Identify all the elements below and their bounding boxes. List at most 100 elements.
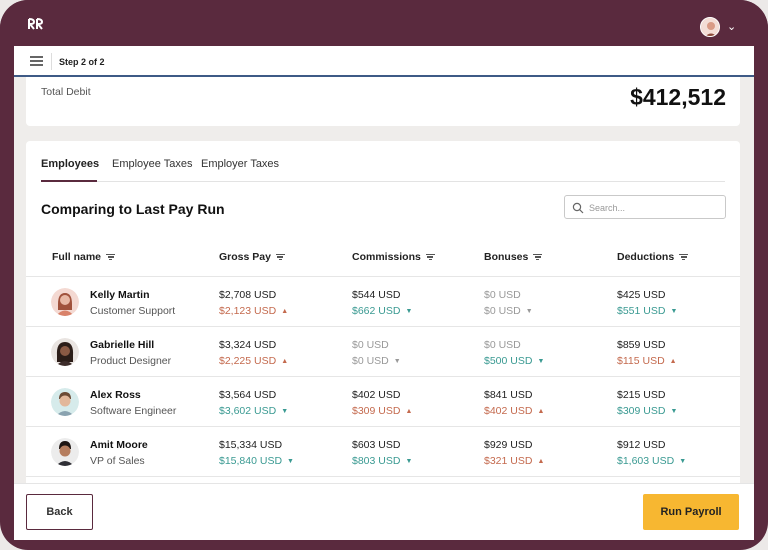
step-bar: Step 2 of 2 xyxy=(14,46,754,77)
header-bonuses[interactable]: Bonuses xyxy=(484,251,543,263)
filter-icon[interactable] xyxy=(106,253,116,261)
value: $662 USD xyxy=(352,305,401,317)
header-commissions[interactable]: Commissions xyxy=(352,251,435,263)
deductions-current: $215 USD xyxy=(617,389,666,401)
avatar xyxy=(51,338,79,366)
trend-up-icon: ▲ xyxy=(405,408,413,415)
bonuses-current: $0 USD xyxy=(484,289,521,301)
commissions-previous: $309 USD ▲ xyxy=(352,405,412,417)
total-debit-card: Total Debit $412,512 xyxy=(26,77,740,126)
gross-pay-current: $2,708 USD xyxy=(219,289,277,301)
search-icon xyxy=(572,202,584,214)
comparison-card: Employees Employee Taxes Employer Taxes … xyxy=(26,141,740,540)
device-frame: ⌄ Step 2 of 2 Total Debit $412,512 Emplo… xyxy=(0,0,768,550)
employee-role: Product Designer xyxy=(90,355,172,367)
gross-pay-previous: $3,602 USD ▼ xyxy=(219,405,288,417)
search-placeholder: Search... xyxy=(589,203,626,213)
value: $309 USD xyxy=(352,405,401,417)
value: $321 USD xyxy=(484,455,533,467)
trend-down-icon: ▼ xyxy=(281,408,289,415)
value: $115 USD xyxy=(617,355,665,367)
chevron-down-icon[interactable]: ⌄ xyxy=(727,20,736,33)
avatar xyxy=(51,288,79,316)
deductions-previous: $115 USD ▲ xyxy=(617,355,677,367)
employee-name[interactable]: Gabrielle Hill xyxy=(90,339,154,351)
brand-logo[interactable] xyxy=(28,17,46,31)
bonuses-current: $929 USD xyxy=(484,439,533,451)
commissions-previous: $803 USD ▼ xyxy=(352,455,412,467)
avatar xyxy=(51,388,79,416)
trend-down-icon: ▼ xyxy=(679,458,687,465)
value: $15,840 USD xyxy=(219,455,283,467)
value: $0 USD xyxy=(484,305,521,317)
deductions-previous: $551 USD ▼ xyxy=(617,305,677,317)
bonuses-previous: $500 USD ▼ xyxy=(484,355,544,367)
table-row[interactable]: Alex Ross Software Engineer $3,564 USD $… xyxy=(26,378,740,427)
value: $500 USD xyxy=(484,355,533,367)
employee-role: Software Engineer xyxy=(90,405,177,417)
value: $1,603 USD xyxy=(617,455,675,467)
header-label: Bonuses xyxy=(484,251,529,263)
tab-employer-taxes[interactable]: Employer Taxes xyxy=(201,158,279,182)
bonuses-previous: $402 USD ▲ xyxy=(484,405,544,417)
trend-neutral-icon: ▼ xyxy=(393,358,401,365)
filter-icon[interactable] xyxy=(679,253,689,261)
trend-up-icon: ▲ xyxy=(281,308,289,315)
table-row[interactable]: Kelly Martin Customer Support $2,708 USD… xyxy=(26,278,740,327)
gross-pay-previous: $15,840 USD ▼ xyxy=(219,455,294,467)
user-avatar[interactable] xyxy=(700,17,720,37)
top-bar: ⌄ xyxy=(0,0,768,46)
header-gross-pay[interactable]: Gross Pay xyxy=(219,251,285,263)
trend-down-icon: ▼ xyxy=(537,358,545,365)
tab-bar: Employees Employee Taxes Employer Taxes xyxy=(41,158,725,182)
tab-employees[interactable]: Employees xyxy=(41,158,99,182)
gross-pay-previous: $2,225 USD ▲ xyxy=(219,355,288,367)
bonuses-current: $841 USD xyxy=(484,389,533,401)
header-full-name[interactable]: Full name xyxy=(52,251,116,263)
footer-bar: Back Run Payroll xyxy=(14,483,754,540)
commissions-current: $0 USD xyxy=(352,339,389,351)
deductions-previous: $1,603 USD ▼ xyxy=(617,455,686,467)
employee-name[interactable]: Kelly Martin xyxy=(90,289,150,301)
trend-up-icon: ▲ xyxy=(281,358,289,365)
value: $309 USD xyxy=(617,405,666,417)
employee-role: Customer Support xyxy=(90,305,176,317)
deductions-current: $425 USD xyxy=(617,289,666,301)
filter-icon[interactable] xyxy=(425,253,435,261)
commissions-current: $544 USD xyxy=(352,289,401,301)
header-deductions[interactable]: Deductions xyxy=(617,251,689,263)
table-row[interactable]: Amit Moore VP of Sales $15,334 USD $15,8… xyxy=(26,428,740,477)
divider xyxy=(51,53,52,70)
filter-icon[interactable] xyxy=(533,253,543,261)
bonuses-previous: $321 USD ▲ xyxy=(484,455,544,467)
trend-down-icon: ▼ xyxy=(670,408,678,415)
trend-up-icon: ▲ xyxy=(669,358,677,365)
commissions-previous: $662 USD ▼ xyxy=(352,305,412,317)
trend-neutral-icon: ▼ xyxy=(525,308,533,315)
filter-icon[interactable] xyxy=(275,253,285,261)
table-row[interactable]: Gabrielle Hill Product Designer $3,324 U… xyxy=(26,328,740,377)
deductions-current: $912 USD xyxy=(617,439,666,451)
value: $3,602 USD xyxy=(219,405,277,417)
section-title: Comparing to Last Pay Run xyxy=(41,201,225,217)
employee-name[interactable]: Amit Moore xyxy=(90,439,148,451)
back-button[interactable]: Back xyxy=(26,494,93,530)
total-debit-label: Total Debit xyxy=(41,86,91,98)
gross-pay-current: $15,334 USD xyxy=(219,439,283,451)
value: $2,123 USD xyxy=(219,305,277,317)
commissions-current: $603 USD xyxy=(352,439,401,451)
tab-employee-taxes[interactable]: Employee Taxes xyxy=(112,158,193,182)
avatar xyxy=(51,438,79,466)
header-label: Deductions xyxy=(617,251,675,263)
search-input[interactable]: Search... xyxy=(564,195,726,219)
app-screen: Step 2 of 2 Total Debit $412,512 Employe… xyxy=(14,46,754,540)
menu-icon[interactable] xyxy=(30,56,43,66)
logo-icon xyxy=(28,18,44,30)
employee-name[interactable]: Alex Ross xyxy=(90,389,141,401)
employee-role: VP of Sales xyxy=(90,455,145,467)
trend-down-icon: ▼ xyxy=(287,458,294,465)
trend-down-icon: ▼ xyxy=(670,308,678,315)
run-payroll-button[interactable]: Run Payroll xyxy=(643,494,739,530)
bonuses-previous: $0 USD ▼ xyxy=(484,305,533,317)
gross-pay-current: $3,564 USD xyxy=(219,389,277,401)
